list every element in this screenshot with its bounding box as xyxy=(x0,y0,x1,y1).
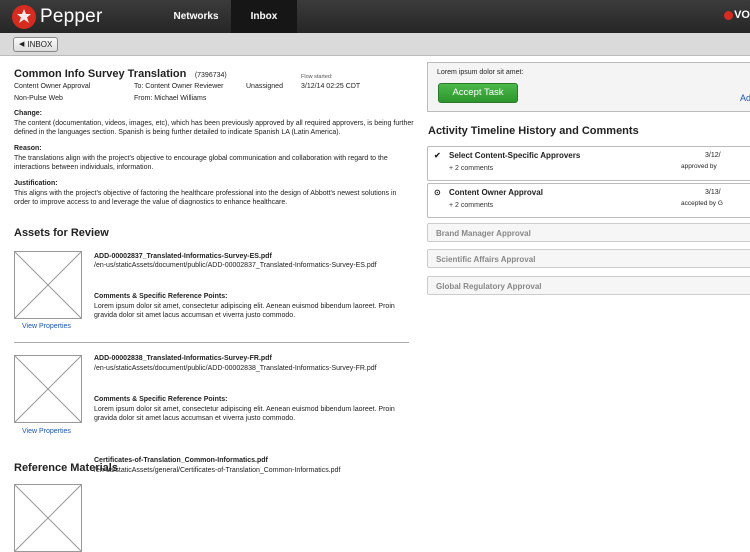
pepper-logo-icon xyxy=(12,5,36,29)
asset-thumbnail[interactable] xyxy=(14,251,82,319)
brand-right-text: VO xyxy=(734,9,750,21)
reference-thumbnail[interactable] xyxy=(14,484,82,552)
asset-thumbnail[interactable] xyxy=(14,355,82,423)
reference-file-path: /en-us/staticAssets/general/Certificates… xyxy=(94,467,341,474)
timeline-item-status: approved by xyxy=(681,163,717,170)
back-to-inbox-button[interactable]: ◀ INBOX xyxy=(13,37,59,52)
document-id: (7396734) xyxy=(194,72,227,79)
pending-step-name: Brand Manager Approval xyxy=(436,229,531,238)
asset-file-name[interactable]: ADD-00002838_Translated-Informatics-Surv… xyxy=(94,355,272,362)
task-prompt: Lorem ipsum dolor sit amet: xyxy=(437,69,524,76)
comments-label: Comments & Specific Reference Points: xyxy=(94,293,228,300)
comments-toggle[interactable]: + 2 comments xyxy=(449,165,493,172)
to-recipient: To: Content Owner Reviewer xyxy=(134,83,224,90)
timeline-pending-item[interactable]: Scientific Affairs Approval xyxy=(427,249,750,268)
sub-bar: ◀ INBOX xyxy=(0,33,750,56)
comments-toggle[interactable]: + 2 comments xyxy=(449,202,493,209)
workflow-status: Content Owner Approval xyxy=(14,83,91,90)
document-title: Common Info Survey Translation xyxy=(14,68,187,80)
timeline-pending-item[interactable]: Brand Manager Approval xyxy=(427,223,750,242)
timeline-title: Activity Timeline History and Comments xyxy=(428,125,639,137)
task-box: Lorem ipsum dolor sit amet: Accept Task … xyxy=(427,62,750,112)
reason-label: Reason: xyxy=(14,145,42,152)
justification-label: Justification: xyxy=(14,180,58,187)
change-text: The content (documentation, videos, imag… xyxy=(14,120,414,136)
reference-file-name[interactable]: Certificates-of-Translation_Common-Infor… xyxy=(94,457,268,464)
reason-text: The translations align with the project'… xyxy=(14,155,388,171)
pending-step-name: Scientific Affairs Approval xyxy=(436,255,536,264)
timeline-item-name: Content Owner Approval xyxy=(449,188,543,197)
timeline-item-date: 3/12/ xyxy=(705,152,721,159)
view-properties-link[interactable]: View Properties xyxy=(22,323,71,330)
asset-divider xyxy=(14,342,409,343)
document-title-row: Common Info Survey Translation (7396734) xyxy=(14,64,227,82)
pepper-logo[interactable]: Pepper xyxy=(12,5,102,29)
chevron-left-icon: ◀ xyxy=(19,41,25,48)
brand-right-logo: VO xyxy=(724,9,750,21)
timeline-item-status: accepted by G xyxy=(681,200,723,207)
timeline-item[interactable]: ✔ Select Content-Specific Approvers + 2 … xyxy=(427,146,750,181)
timeline-item-date: 3/13/ xyxy=(705,189,721,196)
timeline-pending-item[interactable]: Global Regulatory Approval xyxy=(427,276,750,295)
comments-text: Lorem ipsum dolor sit amet, consectetur … xyxy=(94,406,395,422)
timeline-item[interactable]: ⊙ Content Owner Approval + 2 comments 3/… xyxy=(427,183,750,218)
brand-mark-icon xyxy=(724,10,734,20)
pending-step-name: Global Regulatory Approval xyxy=(436,282,542,291)
network-type: Non-Pulse Web xyxy=(14,95,63,102)
comments-text: Lorem ipsum dolor sit amet, consectetur … xyxy=(94,303,395,319)
asset-file-name[interactable]: ADD-00002837_Translated-Informatics-Surv… xyxy=(94,253,272,260)
assignee: Unassigned xyxy=(246,83,283,90)
clock-icon: ⊙ xyxy=(434,188,441,197)
logo-text: Pepper xyxy=(40,6,103,27)
back-label: INBOX xyxy=(27,40,53,49)
check-icon: ✔ xyxy=(434,151,441,160)
top-bar: Pepper Networks Inbox VO xyxy=(0,0,750,33)
change-label: Change: xyxy=(14,110,42,117)
timeline-item-name: Select Content-Specific Approvers xyxy=(449,151,581,160)
assets-heading: Assets for Review xyxy=(14,227,109,239)
from-sender: From: Michael Williams xyxy=(134,95,207,102)
flow-started-date: 3/12/14 02:25 CDT xyxy=(301,83,361,90)
asset-file-path: /en-us/staticAssets/document/public/ADD-… xyxy=(94,365,377,372)
nav-inbox[interactable]: Inbox xyxy=(231,0,297,33)
view-properties-link[interactable]: View Properties xyxy=(22,428,71,435)
add-link[interactable]: Add xyxy=(740,93,750,103)
accept-task-button[interactable]: Accept Task xyxy=(438,83,518,103)
asset-file-path: /en-us/staticAssets/document/public/ADD-… xyxy=(94,262,377,269)
comments-label: Comments & Specific Reference Points: xyxy=(94,396,228,403)
nav-networks[interactable]: Networks xyxy=(160,0,232,33)
justification-text: This aligns with the project's objective… xyxy=(14,190,397,206)
